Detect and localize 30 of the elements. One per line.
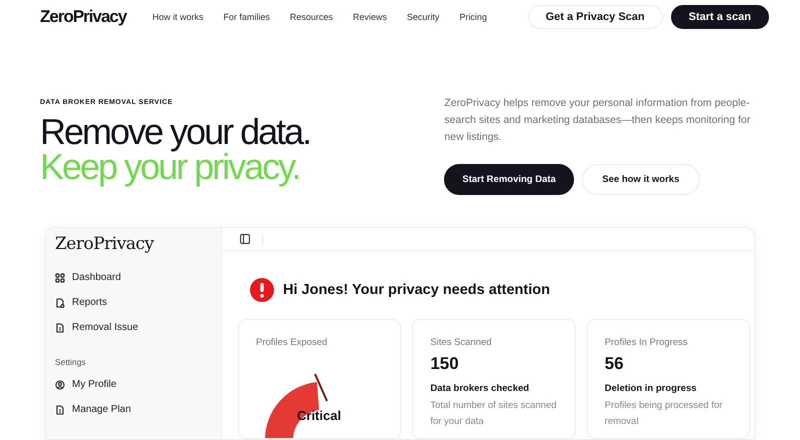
- section-heading: Settings: [55, 357, 87, 367]
- how-it-works-button[interactable]: See how it works: [582, 164, 700, 195]
- hero-headline: Remove your data.: [40, 114, 310, 149]
- site-logo[interactable]: ZeroPrivacy: [40, 7, 126, 27]
- card-title: Profiles In Progress: [604, 337, 689, 348]
- card-title: Sites Scanned: [430, 337, 493, 348]
- card-description: Profiles being processed for removal: [604, 399, 724, 429]
- sidebar-item[interactable]: Removal Issue: [55, 315, 212, 340]
- stat-value: 56: [604, 354, 625, 374]
- card-subtitle: Deletion in progress: [604, 383, 698, 394]
- sidebar-item[interactable]: Reports: [55, 290, 212, 315]
- card-subtitle: Data brokers checked: [430, 383, 530, 394]
- stat-value: 150: [430, 354, 460, 374]
- sidebar-item[interactable]: Dashboard: [55, 265, 212, 290]
- nav-link[interactable]: Pricing: [459, 12, 487, 22]
- card-title: Profiles Exposed: [256, 337, 328, 348]
- card-description: Total number of sites scanned for your data: [430, 399, 558, 429]
- greeting-heading: Hi Jones! Your privacy needs attention: [283, 282, 550, 298]
- privacy-scan-button[interactable]: Get a Privacy Scan: [528, 5, 663, 29]
- nav-link[interactable]: How it works: [152, 12, 204, 22]
- nav-link[interactable]: Resources: [290, 12, 333, 22]
- sidebar-item[interactable]: My Profile: [55, 372, 212, 397]
- nav-link[interactable]: For families: [223, 12, 270, 22]
- hero-description: ZeroPrivacy helps remove your personal information from people-search sites and marketing databases—then keeps monitoring for new listings.: [444, 96, 752, 145]
- nav-link[interactable]: Security: [406, 12, 440, 22]
- start-removing-button[interactable]: Start Removing Data: [444, 164, 574, 195]
- sidebar-item[interactable]: Manage Plan: [55, 397, 212, 422]
- nav-link[interactable]: Reviews: [352, 12, 387, 22]
- start-scan-button[interactable]: Start a scan: [670, 5, 769, 29]
- app-logo: ZeroPrivacy: [55, 234, 154, 254]
